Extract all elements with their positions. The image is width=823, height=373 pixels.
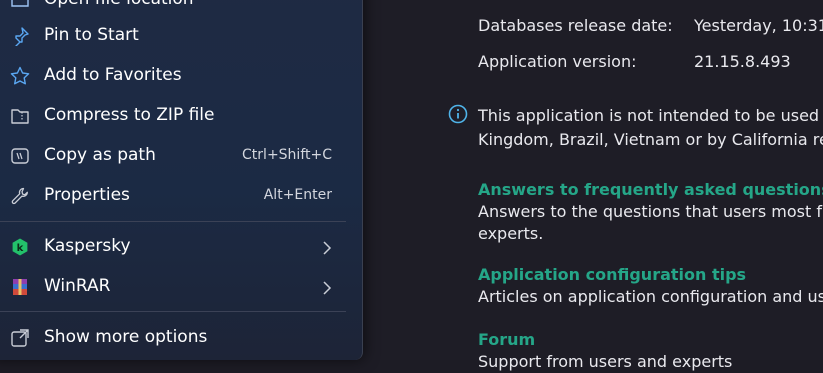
menu-item-label: Copy as path — [44, 145, 156, 165]
menu-item-winrar[interactable]: WinRAR — [0, 268, 350, 308]
app-version-value: 21.15.8.493 — [694, 52, 791, 71]
menu-item-label: Show more options — [44, 327, 208, 347]
menu-item-kaspersky[interactable]: k Kaspersky — [0, 228, 350, 268]
svg-text:k: k — [17, 243, 24, 254]
menu-item-show-more-options[interactable]: Show more options — [0, 319, 350, 359]
menu-item-label: WinRAR — [44, 276, 111, 296]
folder-open-icon — [11, 0, 29, 7]
config-tips-link[interactable]: Application configuration tips — [478, 264, 823, 286]
notice-text: This application is not intended to be u… — [478, 106, 823, 149]
faq-description: Answers to the questions that users most… — [478, 202, 823, 243]
menu-item-pin-to-start[interactable]: Pin to Start — [0, 17, 350, 57]
shortcut-label: Alt+Enter — [263, 187, 332, 203]
menu-item-properties[interactable]: Properties Alt+Enter — [0, 177, 350, 217]
menu-item-label: Compress to ZIP file — [44, 105, 215, 125]
app-version-label: Application version: — [478, 52, 637, 71]
menu-item-copy-as-path[interactable]: Copy as path Ctrl+Shift+C — [0, 137, 350, 177]
menu-item-label: Pin to Start — [44, 25, 139, 45]
forum-link[interactable]: Forum — [478, 329, 823, 351]
config-tips-section: Application configuration tips Articles … — [478, 264, 823, 308]
menu-item-compress-zip[interactable]: Compress to ZIP file — [0, 97, 350, 137]
kaspersky-icon: k — [12, 238, 28, 256]
menu-item-label: Kaspersky — [44, 236, 131, 256]
faq-link[interactable]: Answers to frequently asked questions — [478, 179, 823, 201]
zip-folder-icon — [11, 109, 29, 124]
menu-item-add-to-favorites[interactable]: Add to Favorites — [0, 57, 350, 97]
menu-item-label: Open file location — [44, 0, 194, 9]
pin-icon — [15, 27, 29, 46]
wrench-icon — [11, 187, 28, 205]
star-icon — [10, 66, 30, 85]
info-icon — [448, 104, 468, 124]
menu-item-label: Add to Favorites — [44, 65, 182, 85]
winrar-icon — [13, 279, 27, 295]
faq-section: Answers to frequently asked questions An… — [478, 179, 823, 245]
open-external-icon — [11, 329, 29, 347]
databases-release-value: Yesterday, 10:31 F — [694, 16, 823, 35]
menu-separator — [0, 311, 346, 312]
chevron-right-icon — [323, 241, 332, 255]
context-menu: Open file location Pin to Start Add to F… — [0, 0, 363, 360]
forum-description: Support from users and experts — [478, 352, 733, 371]
copy-path-icon — [11, 148, 29, 164]
databases-release-label: Databases release date: — [478, 16, 673, 35]
shortcut-label: Ctrl+Shift+C — [242, 147, 332, 163]
chevron-right-icon — [323, 281, 332, 295]
menu-item-label: Properties — [44, 185, 130, 205]
menu-separator — [0, 221, 346, 222]
config-tips-description: Articles on application configuration an… — [478, 287, 823, 306]
forum-section: Forum Support from users and experts — [478, 329, 823, 373]
